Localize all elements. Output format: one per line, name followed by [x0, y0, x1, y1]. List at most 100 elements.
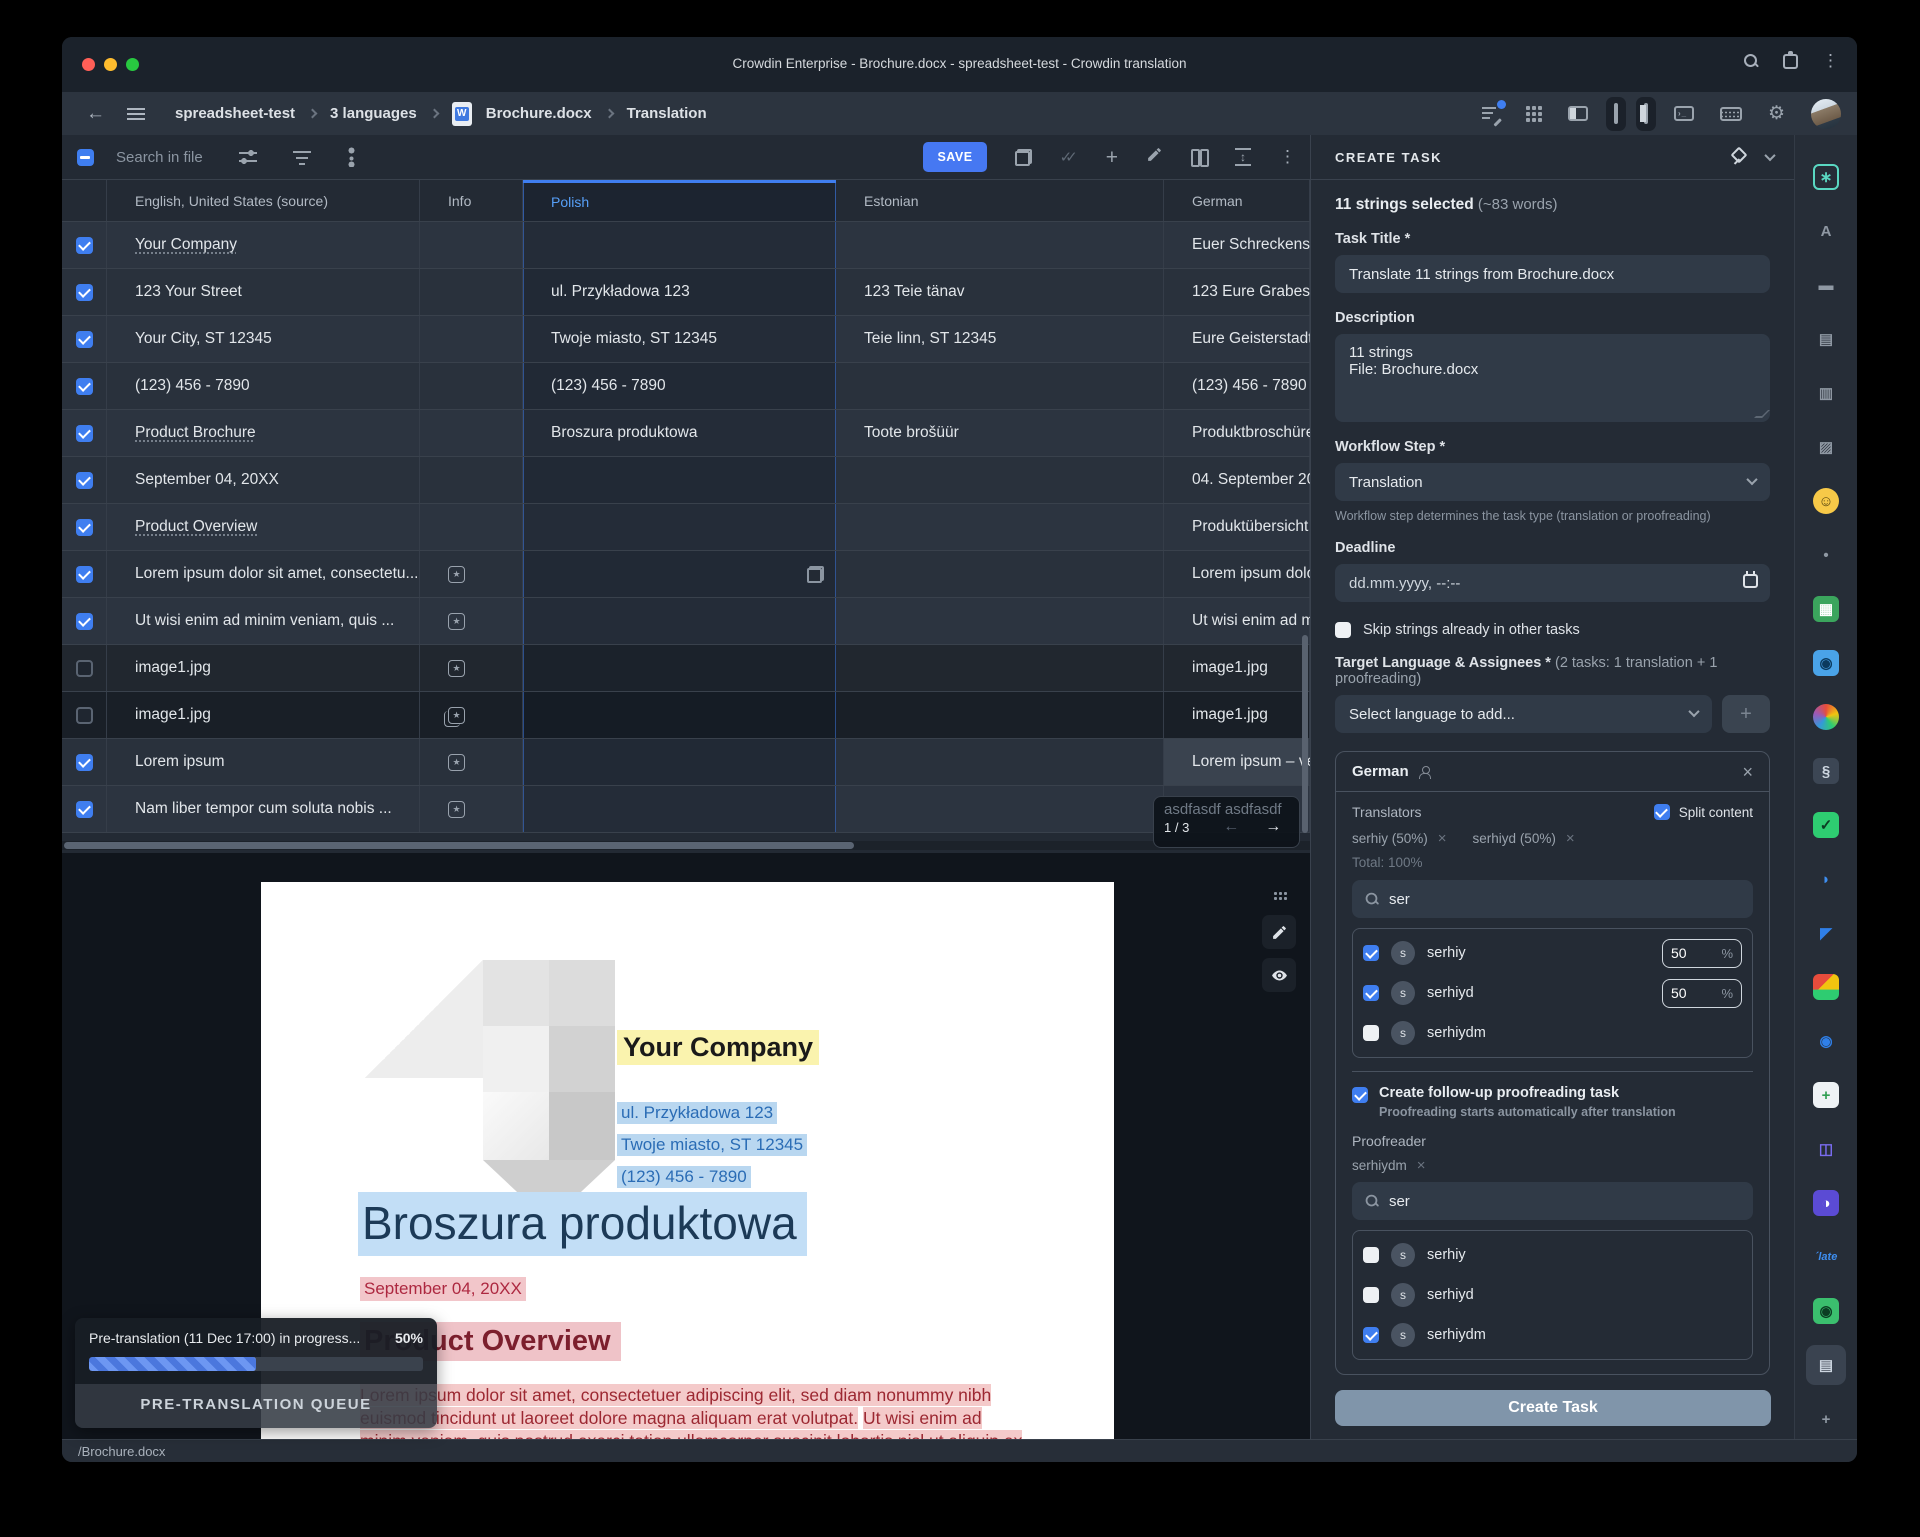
source-cell[interactable]: September 04, 20XX: [107, 457, 420, 503]
add-string-icon[interactable]: +: [1106, 147, 1118, 168]
assignee-option[interactable]: sserhiyd: [1363, 1275, 1742, 1315]
source-cell[interactable]: image1.jpg: [107, 692, 420, 738]
skip-strings-row[interactable]: Skip strings already in other tasks: [1335, 622, 1770, 638]
more-options-icon[interactable]: ⋮: [1279, 149, 1296, 165]
assignee-checkbox[interactable]: [1363, 1247, 1379, 1263]
percent-input[interactable]: 50%: [1662, 939, 1742, 968]
layout-left-icon[interactable]: [1568, 106, 1588, 121]
row-checkbox[interactable]: [76, 425, 93, 442]
language-select[interactable]: Select language to add...: [1335, 695, 1712, 733]
table-row[interactable]: 123 Your Streetul. Przykładowa 123123 Te…: [62, 269, 1310, 316]
task-title-input[interactable]: [1335, 255, 1770, 293]
doc-address-line2[interactable]: Twoje miasto, ST 12345: [617, 1134, 807, 1156]
source-cell[interactable]: Your Company: [107, 222, 420, 268]
context-star-icon[interactable]: ★: [448, 613, 465, 630]
assignee-checkbox[interactable]: [1363, 1287, 1379, 1303]
row-checkbox[interactable]: [76, 519, 93, 536]
source-cell[interactable]: Lorem ipsum dolor sit amet, consectetu..…: [107, 551, 420, 597]
filter-icon[interactable]: [293, 149, 311, 165]
source-cell[interactable]: (123) 456 - 7890: [107, 363, 420, 409]
column-header-german[interactable]: German: [1164, 180, 1310, 221]
workflow-steps-icon[interactable]: [347, 147, 355, 167]
column-header-source[interactable]: English, United States (source): [107, 180, 420, 221]
context-star-icon[interactable]: ★: [448, 801, 465, 818]
polish-cell[interactable]: [523, 457, 836, 503]
resize-handle-icon[interactable]: [1754, 410, 1770, 418]
notes-icon[interactable]: ▤: [1806, 1345, 1846, 1385]
percent-input[interactable]: 50%: [1662, 979, 1742, 1008]
polish-cell[interactable]: [523, 739, 836, 785]
remove-chip-icon[interactable]: ×: [1417, 1157, 1426, 1174]
source-cell[interactable]: Your City, ST 12345: [107, 316, 420, 362]
german-cell[interactable]: image1.jpg: [1164, 645, 1310, 691]
assignee-checkbox[interactable]: [1363, 985, 1379, 1001]
eye-app-icon[interactable]: ◉: [1806, 643, 1846, 683]
row-checkbox[interactable]: [76, 707, 93, 724]
source-cell[interactable]: 123 Your Street: [107, 269, 420, 315]
german-cell[interactable]: image1.jpg: [1164, 692, 1310, 738]
add-language-button[interactable]: +: [1722, 695, 1770, 733]
table-row[interactable]: image1.jpg ★ image1.jpg: [62, 692, 1310, 739]
split-columns-icon[interactable]: ◫: [1806, 1129, 1846, 1169]
table-row[interactable]: Your City, ST 12345Twoje miasto, ST 1234…: [62, 316, 1310, 363]
pretranslation-toast[interactable]: Pre-translation (11 Dec 17:00) in progre…: [75, 1318, 437, 1428]
breadcrumb-file[interactable]: Brochure.docx: [486, 105, 592, 122]
table-row[interactable]: image1.jpg★image1.jpg: [62, 645, 1310, 692]
preview-visibility-button[interactable]: [1262, 958, 1296, 992]
deadline-input[interactable]: [1335, 564, 1770, 602]
doc-paragraph[interactable]: Lorem ipsum dolor sit amet, consectetuer…: [360, 1384, 1032, 1439]
context-star-icon[interactable]: ★: [448, 566, 465, 583]
estonian-cell[interactable]: [836, 222, 1164, 268]
context-star-icon[interactable]: ★: [448, 707, 465, 724]
assignee-option[interactable]: sserhiydm: [1363, 1013, 1742, 1053]
german-cell[interactable]: Eure Geisterstadt, B: [1164, 316, 1310, 362]
table-row[interactable]: September 04, 20XX04. September 20X: [62, 457, 1310, 504]
smiley-icon[interactable]: ☺: [1806, 481, 1846, 521]
browser-zoom-icon[interactable]: [1743, 53, 1759, 69]
assignee-option[interactable]: sserhiy: [1363, 1235, 1742, 1275]
remove-chip-icon[interactable]: ×: [1438, 830, 1447, 847]
subtitle-card-icon[interactable]: ▤: [1806, 319, 1846, 359]
estonian-cell[interactable]: [836, 457, 1164, 503]
drag-handle-icon[interactable]: [1273, 891, 1287, 901]
row-checkbox[interactable]: [76, 378, 93, 395]
calendar-icon[interactable]: [1743, 574, 1758, 588]
polish-cell[interactable]: [523, 786, 836, 832]
breadcrumb-languages[interactable]: 3 languages: [330, 105, 417, 122]
estonian-cell[interactable]: [836, 739, 1164, 785]
translate-icon[interactable]: A: [1806, 211, 1846, 251]
split-content-checkbox[interactable]: [1654, 804, 1670, 820]
expand-rows-icon[interactable]: ↕: [1235, 148, 1251, 166]
select-all-checkbox[interactable]: [77, 149, 94, 166]
estonian-cell[interactable]: [836, 551, 1164, 597]
comment-icon[interactable]: ▬: [1806, 265, 1846, 305]
row-checkbox[interactable]: [76, 660, 93, 677]
translator-search-input[interactable]: [1389, 891, 1741, 908]
search-input[interactable]: Search in file: [116, 149, 203, 166]
save-button[interactable]: SAVE: [923, 142, 986, 172]
context-star-icon[interactable]: ★: [448, 660, 465, 677]
row-checkbox[interactable]: [76, 613, 93, 630]
remove-language-icon[interactable]: ×: [1742, 763, 1753, 781]
ai-assistant-icon[interactable]: ∗: [1806, 157, 1846, 197]
pin-panel-icon[interactable]: [1730, 149, 1744, 165]
copy-icon[interactable]: [807, 566, 824, 583]
row-checkbox[interactable]: [76, 237, 93, 254]
collapse-panel-icon[interactable]: [1764, 150, 1775, 161]
german-cell[interactable]: Ut wisi enim ad min: [1164, 598, 1310, 644]
polish-cell[interactable]: ul. Przykładowa 123: [523, 269, 836, 315]
polish-cell[interactable]: [523, 692, 836, 738]
menu-icon[interactable]: [127, 108, 145, 120]
doc-address-line1[interactable]: ul. Przykładowa 123: [617, 1102, 777, 1124]
german-cell[interactable]: Euer Schreckensunt: [1164, 222, 1310, 268]
approve-all-icon[interactable]: ✓✓: [1060, 148, 1078, 166]
pager-prev-icon[interactable]: ←: [1223, 818, 1239, 836]
source-cell[interactable]: Ut wisi enim ad minim veniam, quis ...: [107, 598, 420, 644]
preview-edit-button[interactable]: [1262, 915, 1296, 949]
estonian-cell[interactable]: Toote brošüür: [836, 410, 1164, 456]
row-checkbox[interactable]: [76, 566, 93, 583]
settings-gear-icon[interactable]: ⚙: [1768, 104, 1785, 123]
screenshot-check-icon[interactable]: ✓: [1806, 805, 1846, 845]
row-checkbox[interactable]: [76, 331, 93, 348]
table-row[interactable]: Lorem ipsum★Lorem ipsum – verf: [62, 739, 1310, 786]
